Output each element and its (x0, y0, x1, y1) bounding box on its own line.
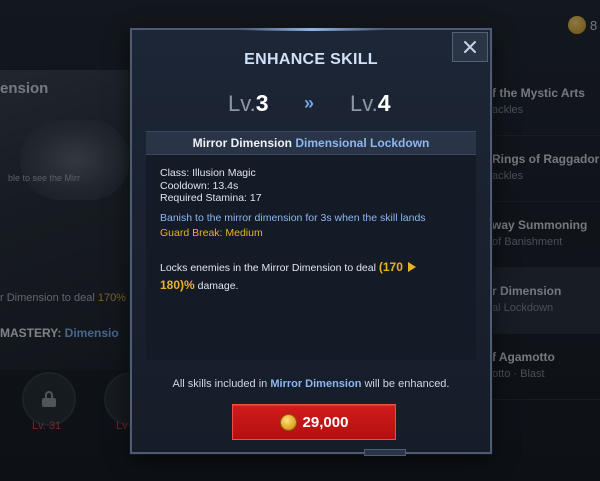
enhance-effect: Locks enemies in the Mirror Dimension to… (160, 259, 450, 295)
skill-name-band: Mirror Dimension Dimensional Lockdown (146, 131, 476, 155)
skill-details-panel: Class: Illusion Magic Cooldown: 13.4s Re… (146, 155, 476, 360)
enhance-skill-dialog: ENHANCE SKILL Lv.3 » Lv.4 Mirror Dimensi… (130, 28, 492, 456)
skill-description: Banish to the mirror dimension for 3s wh… (160, 211, 426, 224)
enhance-cost: 29,000 (302, 413, 349, 431)
guard-break: Guard Break: Medium (160, 226, 263, 239)
current-level: Lv.3 (228, 90, 269, 116)
gold-coin-icon (279, 413, 297, 431)
skill-class: Class: Illusion Magic (160, 167, 256, 179)
arrow-right-icon (407, 261, 416, 272)
close-icon (464, 41, 476, 53)
skill-subname: Dimensional Lockdown (295, 136, 430, 150)
double-arrow-icon: » (304, 93, 314, 113)
skill-stamina: Required Stamina: 17 (160, 192, 262, 204)
enhance-button[interactable]: 29,000 (232, 404, 396, 440)
level-comparison: Lv.3 » Lv.4 (132, 90, 490, 120)
next-level: Lv.4 (350, 90, 391, 116)
dialog-title: ENHANCE SKILL (244, 51, 378, 68)
enhance-note: All skills included in Mirror Dimension … (172, 378, 450, 390)
skill-name: Mirror Dimension (192, 136, 292, 150)
skill-cooldown: Cooldown: 13.4s (160, 179, 239, 192)
close-button[interactable] (452, 32, 488, 62)
